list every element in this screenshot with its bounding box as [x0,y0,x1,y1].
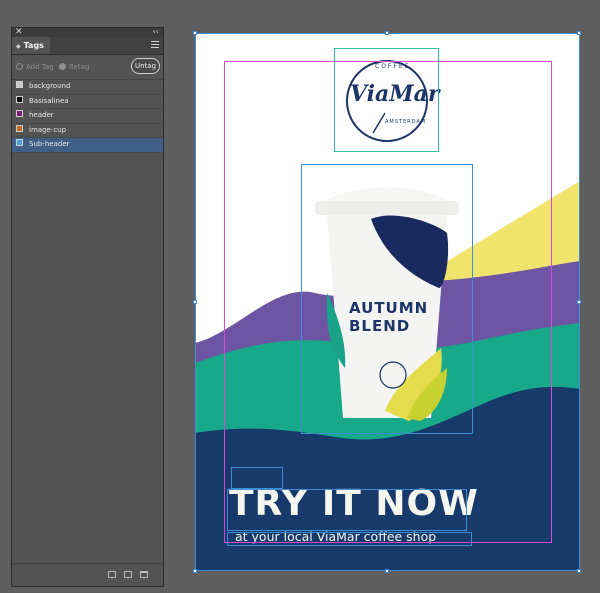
swatch-icon [16,124,23,132]
untag-button[interactable]: Untag [131,58,160,74]
radio-icon [16,63,23,70]
resize-handle[interactable] [193,569,197,573]
tag-item-header[interactable]: header [12,109,163,124]
resize-handle[interactable] [385,569,389,573]
artboard[interactable]: COFFEE ViaMar AMSTERDAM AUTUMN BLEND TRY… [195,33,580,571]
tag-list: background Basisalinea header image-cup … [12,80,163,153]
swatch-icon [16,95,23,103]
tags-panel: ✕ ‹‹ ◆ Tags Add Tag Retag Untag backgroun… [11,27,164,587]
tab-tags[interactable]: ◆ Tags [12,37,50,54]
tag-item-background[interactable]: background [12,80,163,95]
retag-option[interactable]: Retag [59,61,89,73]
resize-handle[interactable] [577,31,581,35]
resize-handle[interactable] [193,31,197,35]
page-bounds-frame [195,33,580,571]
tag-item-sub-header[interactable]: Sub-header [12,138,163,153]
radio-icon [59,63,66,70]
add-tag-option[interactable]: Add Tag [16,61,54,73]
chevron-icon: ◆ [16,43,21,50]
tag-label: header [29,111,54,119]
tags-toolbar: Add Tag Retag Untag [12,55,163,80]
add-tag-label: Add Tag [26,63,54,71]
panel-footer [12,563,163,586]
trash-icon[interactable] [140,571,148,578]
tag-item-basisalinea[interactable]: Basisalinea [12,95,163,109]
tag-label: Basisalinea [29,96,69,105]
resize-handle[interactable] [577,300,581,304]
swatch-icon [16,139,23,146]
panel-tabbar: ◆ Tags [12,37,163,55]
swatch-icon [16,81,23,88]
panel-menu-icon[interactable] [151,41,159,49]
new-tag-icon[interactable] [124,571,132,578]
tag-options-icon[interactable] [108,571,116,578]
retag-label: Retag [69,63,90,71]
swatch-icon [16,110,23,117]
resize-handle[interactable] [577,569,581,573]
tab-tags-label: Tags [23,41,44,50]
tag-label: Sub-header [29,140,70,148]
tag-label: image-cup [29,125,67,134]
tag-label: background [29,82,71,90]
workspace: ✕ ‹‹ ◆ Tags Add Tag Retag Untag backgroun… [0,0,600,593]
resize-handle[interactable] [193,300,197,304]
tag-item-image-cup[interactable]: image-cup [12,124,163,138]
panel-titlebar: ✕ ‹‹ [12,27,163,37]
resize-handle[interactable] [385,31,389,35]
